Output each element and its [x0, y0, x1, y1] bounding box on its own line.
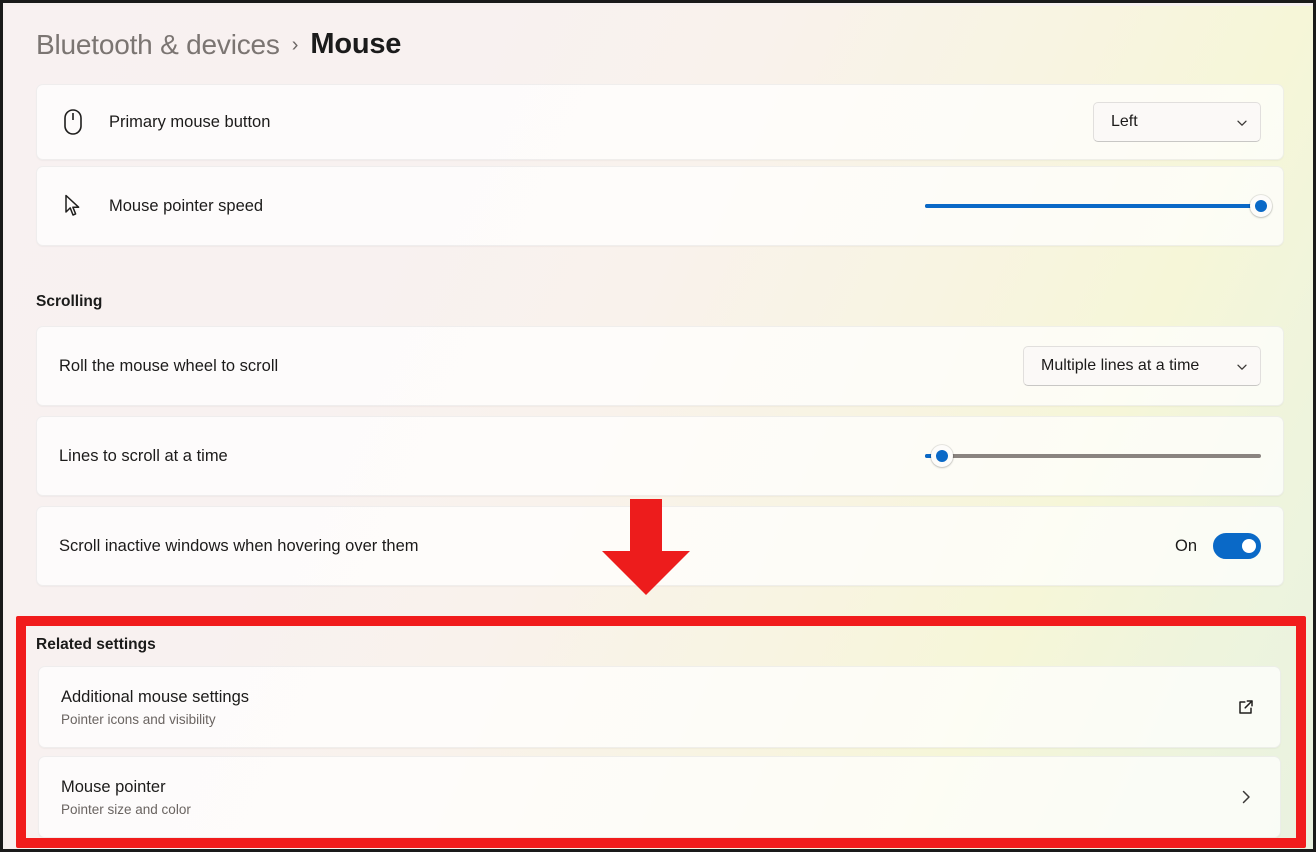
mouse-icon: [59, 107, 87, 137]
roll-mouse-wheel-dropdown[interactable]: Multiple lines at a time: [1023, 346, 1261, 386]
row-left-group: Roll the mouse wheel to scroll: [59, 357, 278, 376]
primary-mouse-button-dropdown[interactable]: Left: [1093, 102, 1261, 142]
cursor-arrow-icon: [59, 191, 87, 221]
slider-thumb[interactable]: [1250, 195, 1272, 217]
setting-label: Roll the mouse wheel to scroll: [59, 356, 279, 375]
link-text-group: Mouse pointer Pointer size and color: [61, 778, 191, 817]
link-subtitle: Pointer size and color: [61, 801, 191, 817]
dropdown-selected-value: Multiple lines at a time: [1041, 357, 1200, 374]
chevron-right-icon[interactable]: [1234, 785, 1258, 809]
row-left-group: Scroll inactive windows when hovering ov…: [59, 537, 419, 556]
setting-row-primary-mouse-button: Primary mouse button Left: [36, 84, 1284, 160]
page-title: Mouse: [310, 28, 402, 60]
link-title: Mouse pointer: [61, 777, 166, 796]
row-right-group: Left: [1093, 102, 1261, 142]
row-right-group: [925, 440, 1261, 472]
scroll-inactive-windows-toggle[interactable]: [1213, 533, 1261, 559]
settings-page: Bluetooth & devices › Mouse Primary mous…: [6, 6, 1313, 849]
mouse-pointer-speed-slider[interactable]: [925, 190, 1272, 222]
breadcrumb: Bluetooth & devices › Mouse: [36, 28, 401, 61]
slider-track: [925, 454, 1261, 458]
setting-label: Mouse pointer speed: [109, 196, 264, 215]
setting-label: Scroll inactive windows when hovering ov…: [59, 536, 419, 555]
lines-to-scroll-slider[interactable]: [925, 440, 1261, 472]
row-right-group: On: [1175, 533, 1261, 559]
chevron-down-icon: [1236, 116, 1248, 128]
row-left-group: Lines to scroll at a time: [59, 447, 228, 466]
link-title: Additional mouse settings: [61, 687, 250, 706]
external-link-icon[interactable]: [1234, 695, 1258, 719]
link-subtitle: Pointer icons and visibility: [61, 711, 216, 727]
setting-row-mouse-pointer-speed: Mouse pointer speed: [36, 166, 1284, 246]
toggle-state-label: On: [1174, 536, 1197, 555]
dropdown-selected-value: Left: [1111, 113, 1138, 130]
row-right-group: [925, 190, 1272, 222]
related-setting-mouse-pointer[interactable]: Mouse pointer Pointer size and color: [38, 756, 1281, 838]
related-setting-additional-mouse-settings[interactable]: Additional mouse settings Pointer icons …: [38, 666, 1281, 748]
breadcrumb-separator-icon: ›: [291, 34, 299, 56]
link-text-group: Additional mouse settings Pointer icons …: [61, 688, 249, 727]
breadcrumb-parent-link[interactable]: Bluetooth & devices: [36, 29, 280, 61]
row-left-group: Primary mouse button: [59, 107, 270, 137]
setting-label: Primary mouse button: [109, 112, 271, 131]
section-heading-scrolling: Scrolling: [36, 293, 103, 310]
setting-row-scroll-inactive-windows: Scroll inactive windows when hovering ov…: [36, 506, 1284, 586]
slider-fill: [925, 204, 1261, 208]
toggle-knob: [1242, 539, 1256, 553]
row-right-group: Multiple lines at a time: [1023, 346, 1261, 386]
setting-label: Lines to scroll at a time: [59, 446, 228, 465]
row-left-group: Mouse pointer speed: [59, 191, 263, 221]
screenshot-frame: Bluetooth & devices › Mouse Primary mous…: [0, 0, 1316, 852]
section-heading-related-settings: Related settings: [36, 636, 156, 653]
slider-thumb[interactable]: [930, 445, 953, 467]
chevron-down-icon: [1236, 360, 1248, 372]
setting-row-lines-to-scroll: Lines to scroll at a time: [36, 416, 1284, 496]
setting-row-roll-mouse-wheel: Roll the mouse wheel to scroll Multiple …: [36, 326, 1284, 406]
